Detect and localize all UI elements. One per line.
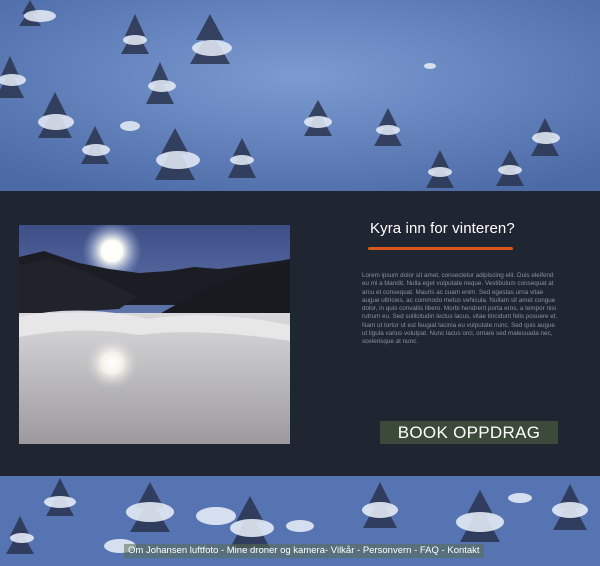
footer-link-terms[interactable]: Vilkår bbox=[331, 545, 355, 556]
footer-link-faq[interactable]: FAQ bbox=[420, 545, 439, 556]
misty-valley-image bbox=[19, 225, 290, 444]
footer-link-drones[interactable]: Mine droner og kamera bbox=[227, 545, 325, 556]
feature-panel: Kyra inn for vinteren? Lorem ipsum dolor… bbox=[0, 191, 600, 476]
hero-image-top bbox=[0, 0, 600, 191]
footer-separator: - bbox=[354, 545, 363, 556]
footer-link-contact[interactable]: Kontakt bbox=[447, 545, 479, 556]
book-button[interactable]: BOOK OPPDRAG bbox=[380, 421, 558, 444]
footer-nav: Om Johansen luftfoto - Mine droner og ka… bbox=[124, 544, 484, 558]
section-heading: Kyra inn for vinteren? bbox=[370, 220, 515, 237]
valley-photo bbox=[19, 225, 290, 444]
footer-link-about[interactable]: Om Johansen luftfoto bbox=[128, 545, 218, 556]
footer-separator: - bbox=[218, 545, 227, 556]
footer-separator: - bbox=[411, 545, 420, 556]
snowy-forest-image bbox=[0, 0, 600, 191]
section-body-text: Lorem ipsum dolor sit amet, consectetur … bbox=[362, 272, 558, 346]
footer-link-privacy[interactable]: Personvern bbox=[363, 545, 412, 556]
heading-underline bbox=[368, 247, 513, 250]
